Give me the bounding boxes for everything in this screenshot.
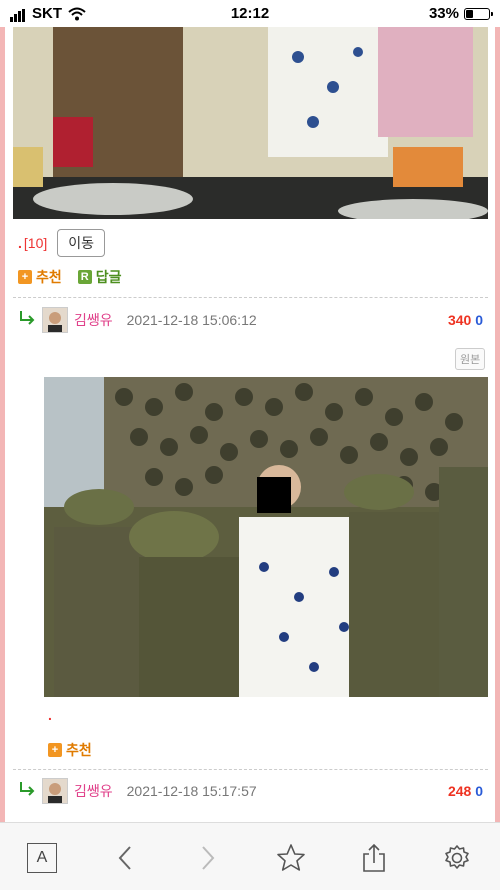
forward-icon[interactable] <box>191 841 225 875</box>
battery-percent: 33% <box>428 5 459 22</box>
comment-score: 340 0 <box>448 312 483 328</box>
recommend-button[interactable]: + 추천 <box>18 267 62 287</box>
comment-header: 김쌩유 2021-12-18 15:06:12 340 0 <box>18 307 488 333</box>
avatar-icon[interactable] <box>42 307 68 333</box>
back-icon[interactable] <box>108 841 142 875</box>
comment-image[interactable] <box>44 377 488 697</box>
post-actions: + 추천 R 답글 <box>18 267 122 287</box>
reader-label: A <box>27 843 57 873</box>
comment-date: 2021-12-18 15:17:57 <box>126 783 257 799</box>
status-right: 33% <box>428 5 493 22</box>
reply-label: 답글 <box>95 269 122 285</box>
status-bar: SKT 12:12 33% <box>0 0 500 27</box>
page-content[interactable]: . [10] 이동 + 추천 R 답글 김쌩유 2021-12-18 15:06… <box>0 27 500 822</box>
score-down: 0 <box>475 312 483 328</box>
post-meta: . [10] 이동 <box>18 229 106 257</box>
browser-toolbar: A <box>0 822 500 890</box>
settings-icon[interactable] <box>440 841 474 875</box>
comment-nickname[interactable]: 김쌩유 <box>74 310 113 330</box>
left-border <box>0 27 5 822</box>
comment-score: 248 0 <box>448 783 483 799</box>
comment-recommend-label: 추천 <box>66 742 92 758</box>
plus-icon: + <box>18 270 32 284</box>
comment-date: 2021-12-18 15:06:12 <box>126 312 257 328</box>
score-up: 340 <box>447 312 472 328</box>
post-dot: . <box>18 235 22 251</box>
comment-count[interactable]: [10] <box>24 235 47 251</box>
reader-button[interactable]: A <box>25 841 59 875</box>
comment-recommend-button[interactable]: + 추천 <box>48 740 92 760</box>
original-button[interactable]: 원본 <box>455 348 486 370</box>
reply-arrow-icon <box>18 781 42 802</box>
score-down: 0 <box>475 783 483 799</box>
reply-arrow-icon <box>18 310 42 331</box>
comment-header: 김쌩유 2021-12-18 15:17:57 248 0 <box>18 778 488 804</box>
move-button[interactable]: 이동 <box>57 229 106 257</box>
avatar-icon[interactable] <box>42 778 68 804</box>
reply-button[interactable]: R 답글 <box>77 267 122 287</box>
plus-icon: + <box>48 743 62 757</box>
divider <box>13 769 488 770</box>
post-image[interactable] <box>13 27 488 219</box>
share-icon[interactable] <box>357 841 391 875</box>
score-up: 248 <box>447 783 472 799</box>
right-border <box>495 27 500 822</box>
recommend-label: 추천 <box>36 269 62 285</box>
star-icon[interactable] <box>274 841 308 875</box>
battery-icon <box>464 7 493 20</box>
comment-dot: . <box>48 707 52 723</box>
comment-nickname[interactable]: 김쌩유 <box>74 781 113 801</box>
reply-badge-icon: R <box>77 270 92 284</box>
comment-actions: + 추천 <box>48 740 92 760</box>
divider <box>13 297 488 298</box>
status-time: 12:12 <box>230 5 270 22</box>
